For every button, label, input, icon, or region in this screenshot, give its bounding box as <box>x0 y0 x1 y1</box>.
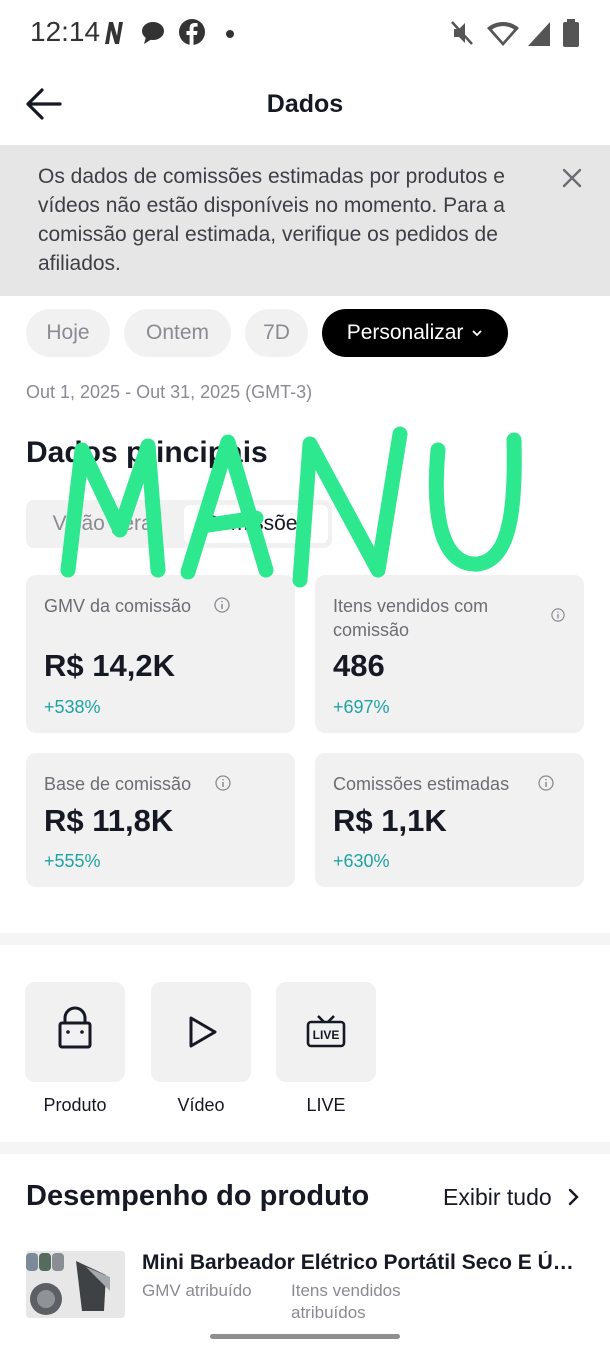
metric-value: R$ 1,1K <box>333 803 447 838</box>
section-divider <box>0 933 610 945</box>
signal-icon <box>528 22 550 46</box>
chip-hoje[interactable]: Hoje <box>26 309 110 357</box>
product-image <box>26 1251 125 1318</box>
product-performance-title: Desempenho do produto <box>26 1180 370 1212</box>
home-indicator[interactable] <box>210 1334 400 1339</box>
metric-delta: +630% <box>333 851 390 871</box>
metric-value: R$ 11,8K <box>44 803 174 838</box>
product-name[interactable]: Mini Barbeador Elétrico Portátil Seco E … <box>142 1251 592 1275</box>
svg-text:LIVE: LIVE <box>313 1028 340 1042</box>
shortcut-label: Produto <box>43 1095 107 1115</box>
product-meta-gmv: GMV atribuído <box>142 1281 252 1300</box>
tab-visao-geral[interactable]: Visão geral <box>30 505 180 543</box>
metric-delta: +697% <box>333 697 390 717</box>
chip-7d[interactable]: 7D <box>245 309 308 357</box>
date-range: Out 1, 2025 - Out 31, 2025 (GMT-3) <box>26 382 313 402</box>
metric-value: 486 <box>333 648 385 683</box>
section-title: Dados principais <box>26 436 268 469</box>
mute-icon <box>451 21 473 45</box>
metric-label: Base de comissão <box>44 774 192 794</box>
see-all-label: Exibir tudo <box>443 1184 552 1210</box>
status-time: 12:14 <box>30 16 101 47</box>
close-icon[interactable] <box>560 166 584 190</box>
live-tv-icon: LIVE <box>306 1015 346 1048</box>
page-title: Dados <box>266 90 344 118</box>
metric-label: Comissões estimadas <box>333 774 510 794</box>
metric-value: R$ 14,2K <box>44 648 175 683</box>
info-icon[interactable] <box>538 775 554 791</box>
tab-comissoes[interactable]: Comissões <box>184 505 328 543</box>
chat-bubble-icon <box>142 22 164 44</box>
dot-icon <box>226 30 234 38</box>
chip-ontem[interactable]: Ontem <box>124 309 231 357</box>
status-bar: 12:14 <box>0 0 610 68</box>
shopping-bag-icon <box>58 1006 92 1049</box>
shortcut-produto[interactable] <box>25 982 125 1082</box>
shortcut-video[interactable] <box>151 982 251 1082</box>
info-icon[interactable] <box>551 608 565 622</box>
notification-n-icon <box>105 22 123 44</box>
banner-text: Os dados de comissões estimadas por prod… <box>38 165 505 275</box>
chevron-down-icon <box>472 330 482 337</box>
chip-personalizar-label: Personalizar <box>346 321 464 344</box>
wifi-icon <box>487 22 519 46</box>
battery-icon <box>563 19 579 47</box>
shortcut-label: Vídeo <box>177 1095 225 1115</box>
shortcut-live[interactable]: LIVE <box>276 982 376 1082</box>
metric-delta: +555% <box>44 851 101 871</box>
product-meta-items: Itens vendidos atribuídos <box>291 1281 401 1322</box>
chip-personalizar[interactable]: Personalizar <box>322 309 508 357</box>
chevron-right-icon <box>568 1188 579 1206</box>
info-icon[interactable] <box>215 775 231 791</box>
shortcut-label: LIVE <box>306 1095 346 1115</box>
play-icon <box>189 1016 217 1048</box>
metric-label: Itens vendidos com comissão <box>333 596 489 640</box>
metric-delta: +538% <box>44 697 101 717</box>
product-thumbnail[interactable] <box>26 1251 125 1318</box>
section-divider <box>0 1142 610 1154</box>
see-all-link[interactable]: Exibir tudo <box>443 1184 580 1211</box>
info-icon[interactable] <box>214 597 230 613</box>
facebook-icon <box>179 19 205 45</box>
